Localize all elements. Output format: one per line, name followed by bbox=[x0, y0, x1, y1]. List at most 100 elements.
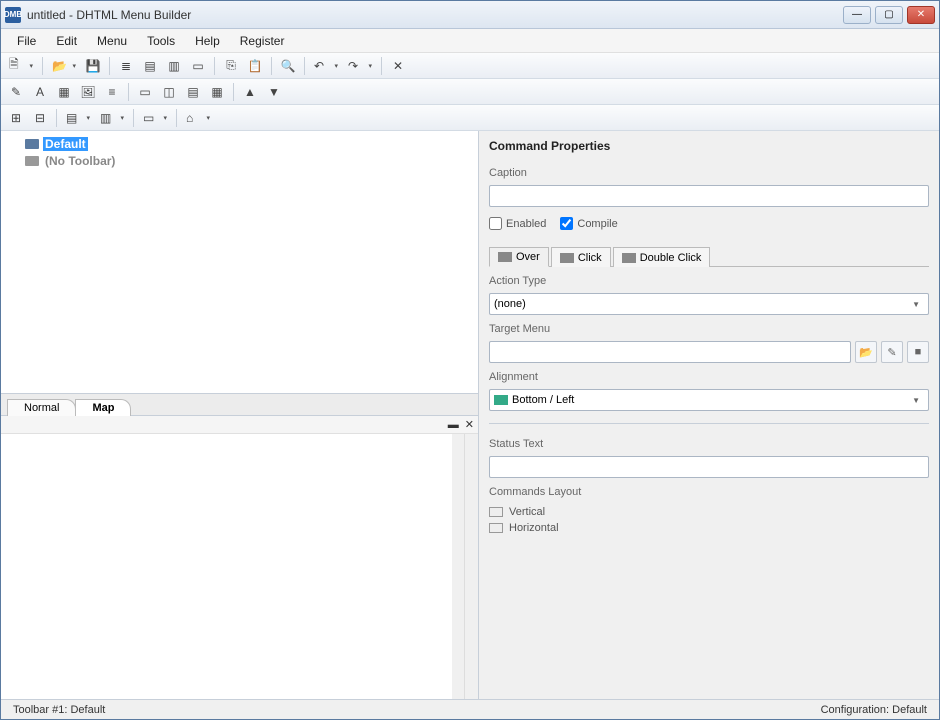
tool-d-icon[interactable]: ▥ bbox=[96, 107, 128, 129]
minimize-button[interactable]: — bbox=[843, 6, 871, 24]
tab-over[interactable]: Over bbox=[489, 247, 549, 267]
tool-b-icon[interactable]: ⊟ bbox=[29, 107, 51, 129]
tool-a-icon[interactable]: ⊞ bbox=[5, 107, 27, 129]
separator bbox=[214, 57, 215, 75]
statusbar: Toolbar #1: Default Configuration: Defau… bbox=[1, 699, 939, 719]
separator bbox=[128, 83, 129, 101]
tree-label: Default bbox=[43, 137, 88, 151]
layout-vertical-option[interactable]: Vertical bbox=[489, 504, 929, 520]
tab-map[interactable]: Map bbox=[75, 399, 131, 416]
maximize-button[interactable]: ▢ bbox=[875, 6, 903, 24]
vertical-icon bbox=[489, 507, 503, 517]
cursor-icon bbox=[560, 253, 574, 263]
separator bbox=[109, 57, 110, 75]
separator bbox=[304, 57, 305, 75]
preview-pane: ▬ ✕ bbox=[1, 415, 478, 699]
menu-file[interactable]: File bbox=[7, 31, 46, 51]
tab-doubleclick[interactable]: Double Click bbox=[613, 247, 711, 267]
redo-button[interactable]: ↷ bbox=[344, 55, 376, 77]
toolbar-extra: ⊞ ⊟ ▤ ▥ ▭ ⌂ bbox=[1, 105, 939, 131]
close-button[interactable]: ✕ bbox=[907, 6, 935, 24]
tree-node-no-toolbar[interactable]: (No Toolbar) bbox=[7, 152, 472, 169]
edit-icon[interactable]: ✎ bbox=[5, 81, 27, 103]
separator bbox=[176, 109, 177, 127]
open-button[interactable]: 📂 bbox=[48, 55, 80, 77]
left-pane: Default (No Toolbar) Normal Map ▬ ✕ bbox=[1, 131, 479, 699]
menu-icon bbox=[25, 139, 39, 149]
box2-icon[interactable]: ◫ bbox=[158, 81, 180, 103]
properties-pane: Command Properties Caption Enabled Compi… bbox=[479, 131, 939, 699]
horizontal-icon bbox=[489, 523, 503, 533]
menu-tools[interactable]: Tools bbox=[137, 31, 185, 51]
clear-target-button[interactable]: ■ bbox=[907, 341, 929, 363]
browse-button[interactable]: 📂 bbox=[855, 341, 877, 363]
tree-label: (No Toolbar) bbox=[43, 154, 117, 168]
tool-f-icon[interactable]: ⌂ bbox=[182, 107, 214, 129]
window-title: untitled - DHTML Menu Builder bbox=[27, 8, 843, 22]
minimize-pane-icon[interactable]: ▬ bbox=[448, 419, 459, 431]
find-button[interactable]: 🔍 bbox=[277, 55, 299, 77]
properties-title: Command Properties bbox=[489, 139, 929, 153]
tree-view[interactable]: Default (No Toolbar) bbox=[1, 131, 478, 393]
image2-icon[interactable]: 🖼 bbox=[77, 81, 99, 103]
status-right: Configuration: Default bbox=[815, 704, 933, 716]
menu-edit[interactable]: Edit bbox=[46, 31, 87, 51]
status-left: Toolbar #1: Default bbox=[7, 704, 111, 716]
menu-register[interactable]: Register bbox=[230, 31, 295, 51]
menu-help[interactable]: Help bbox=[185, 31, 230, 51]
divider bbox=[489, 423, 929, 424]
tree-node-default[interactable]: Default bbox=[7, 135, 472, 152]
align-button-2[interactable]: ▤ bbox=[139, 55, 161, 77]
separator bbox=[381, 57, 382, 75]
align-button-4[interactable]: ▭ bbox=[187, 55, 209, 77]
enabled-check[interactable] bbox=[489, 217, 502, 230]
commands-layout-label: Commands Layout bbox=[489, 486, 929, 498]
action-type-label: Action Type bbox=[489, 275, 929, 287]
status-text-label: Status Text bbox=[489, 438, 929, 450]
close-pane-icon[interactable]: ✕ bbox=[465, 418, 474, 431]
status-text-input[interactable] bbox=[489, 456, 929, 478]
target-menu-input[interactable] bbox=[489, 341, 851, 363]
align-button-1[interactable]: ≣ bbox=[115, 55, 137, 77]
box3-icon[interactable]: ▤ bbox=[182, 81, 204, 103]
align-button-3[interactable]: ▥ bbox=[163, 55, 185, 77]
toolbar-format: ✎ A ▦ 🖼 ≡ ▭ ◫ ▤ ▦ ▲ ▼ bbox=[1, 79, 939, 105]
box4-icon[interactable]: ▦ bbox=[206, 81, 228, 103]
text-icon[interactable]: A bbox=[29, 81, 51, 103]
edit-target-button[interactable]: ✎ bbox=[881, 341, 903, 363]
save-button[interactable]: 💾 bbox=[82, 55, 104, 77]
menu-menu[interactable]: Menu bbox=[87, 31, 137, 51]
compile-checkbox[interactable]: Compile bbox=[560, 217, 617, 230]
list-icon[interactable]: ≡ bbox=[101, 81, 123, 103]
alignment-select[interactable]: Bottom / Left ▼ bbox=[489, 389, 929, 411]
cursor-icon bbox=[498, 252, 512, 262]
target-menu-label: Target Menu bbox=[489, 323, 929, 335]
preview-content[interactable] bbox=[1, 434, 464, 699]
tool-e-icon[interactable]: ▭ bbox=[139, 107, 171, 129]
enabled-checkbox[interactable]: Enabled bbox=[489, 217, 546, 230]
align-icon bbox=[494, 395, 508, 405]
action-type-select[interactable]: (none) ▼ bbox=[489, 293, 929, 315]
image-icon[interactable]: ▦ bbox=[53, 81, 75, 103]
new-button[interactable]: 🗎 bbox=[5, 55, 37, 77]
scrollbar[interactable] bbox=[464, 434, 478, 699]
layout-horizontal-option[interactable]: Horizontal bbox=[489, 520, 929, 536]
copy-button[interactable]: ⎘ bbox=[220, 55, 242, 77]
separator bbox=[56, 109, 57, 127]
toolbar-main: 🗎 📂 💾 ≣ ▤ ▥ ▭ ⎘ 📋 🔍 ↶ ↷ ✕ bbox=[1, 53, 939, 79]
caption-label: Caption bbox=[489, 167, 929, 179]
cursor-icon bbox=[622, 253, 636, 263]
tool-c-icon[interactable]: ▤ bbox=[62, 107, 94, 129]
toolbar-icon bbox=[25, 156, 39, 166]
tab-normal[interactable]: Normal bbox=[7, 399, 76, 416]
down-icon[interactable]: ▼ bbox=[263, 81, 285, 103]
compile-check[interactable] bbox=[560, 217, 573, 230]
caption-input[interactable] bbox=[489, 185, 929, 207]
paste-button[interactable]: 📋 bbox=[244, 55, 266, 77]
tab-click[interactable]: Click bbox=[551, 247, 611, 267]
box1-icon[interactable]: ▭ bbox=[134, 81, 156, 103]
delete-button[interactable]: ✕ bbox=[387, 55, 409, 77]
app-icon: DMB bbox=[5, 7, 21, 23]
undo-button[interactable]: ↶ bbox=[310, 55, 342, 77]
up-icon[interactable]: ▲ bbox=[239, 81, 261, 103]
